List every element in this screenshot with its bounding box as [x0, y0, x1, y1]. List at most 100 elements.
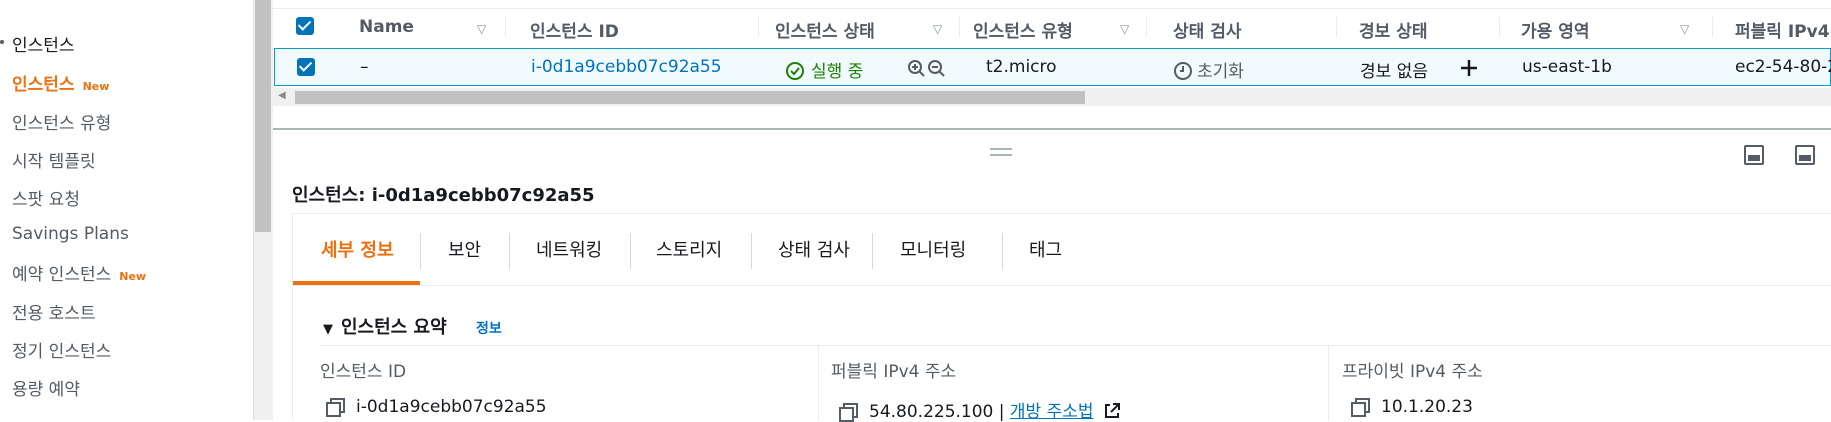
column-divider[interactable] — [1336, 17, 1337, 37]
sidebar-group-instances[interactable]: 인스턴스 — [0, 31, 75, 56]
sidebar-item-savings-plans[interactable]: Savings Plans — [12, 224, 129, 244]
column-divider[interactable] — [1499, 17, 1500, 37]
row-checkbox[interactable] — [297, 58, 315, 76]
column-header-instance-state[interactable]: 인스턴스 상태 — [775, 17, 875, 42]
column-divider[interactable] — [1712, 17, 1713, 37]
tab-divider — [630, 233, 631, 269]
check-circle-icon — [786, 62, 804, 80]
cell-alarm-status: 경보 없음 — [1360, 62, 1428, 82]
status-check-text: 초기화 — [1197, 62, 1244, 82]
tab-divider — [1002, 233, 1003, 269]
tab-divider — [420, 233, 421, 269]
field-divider — [1328, 345, 1329, 421]
instance-summary-toggle[interactable]: ▼ 인스턴스 요약 — [323, 313, 447, 339]
split-pane-side-icon[interactable] — [1795, 145, 1815, 165]
zoom-out-icon[interactable] — [927, 59, 947, 79]
tab-monitoring[interactable]: 모니터링 — [900, 236, 966, 262]
column-divider[interactable] — [1146, 17, 1147, 37]
field-label-instance-id: 인스턴스 ID — [320, 362, 407, 382]
private-ipv4-value: 10.1.20.23 — [1381, 397, 1473, 417]
cell-instance-state: 실행 중 — [785, 57, 863, 82]
column-header-instance-type[interactable]: 인스턴스 유형 — [973, 17, 1073, 42]
cell-instance-type: t2.micro — [986, 57, 1057, 77]
cell-name: – — [360, 57, 369, 77]
sidebar-item-scheduled-instances[interactable]: 정기 인스턴스 — [12, 337, 111, 362]
sidebar-item-spot-requests[interactable]: 스팟 요청 — [12, 185, 80, 210]
column-divider[interactable] — [505, 17, 506, 37]
sidebar-item-reserved-instances[interactable]: 예약 인스턴스 New — [12, 260, 146, 285]
cell-public-dns: ec2-54-80-2 — [1735, 57, 1831, 77]
field-label-private-ipv4: 프라이빗 IPv4 주소 — [1342, 362, 1483, 382]
split-pane-bottom-icon[interactable] — [1744, 145, 1764, 165]
column-header-status-check[interactable]: 상태 검사 — [1173, 17, 1241, 42]
sort-icon[interactable]: ▽ — [1680, 22, 1689, 36]
zoom-in-icon[interactable] — [907, 59, 927, 79]
cell-status-check: 초기화 — [1173, 57, 1244, 82]
tab-status-checks[interactable]: 상태 검사 — [778, 236, 850, 262]
instance-state-text: 실행 중 — [811, 62, 864, 82]
copy-icon[interactable] — [839, 403, 858, 422]
scroll-left-arrow-icon[interactable]: ◀ — [278, 90, 286, 101]
tab-divider — [509, 233, 510, 269]
field-label-public-ipv4: 퍼블릭 IPv4 주소 — [831, 362, 957, 382]
column-header-instance-id[interactable]: 인스턴스 ID — [530, 17, 619, 42]
column-header-public-ipv4[interactable]: 퍼블릭 IPv4 — [1735, 17, 1830, 42]
navigation-sidebar: 인스턴스 인스턴스 New 인스턴스 유형 시작 템플릿 스팟 요청 Saving… — [0, 0, 253, 420]
instance-id-value: i-0d1a9cebb07c92a55 — [356, 397, 547, 417]
new-badge: New — [82, 80, 110, 93]
clock-icon — [1174, 62, 1192, 80]
sidebar-item-label: 인스턴스 — [12, 75, 75, 95]
new-badge: New — [119, 270, 147, 283]
sidebar-item-instance-types[interactable]: 인스턴스 유형 — [12, 109, 111, 134]
column-header-availability-zone[interactable]: 가용 영역 — [1521, 17, 1589, 42]
sidebar-scroll-thumb[interactable] — [255, 0, 271, 232]
split-divider[interactable] — [273, 128, 1831, 130]
summary-heading: 인스턴스 요약 — [341, 317, 447, 338]
sidebar-item-label: 예약 인스턴스 — [12, 265, 112, 285]
field-value-instance-id: i-0d1a9cebb07c92a55 — [326, 397, 547, 417]
summary-divider — [319, 345, 1831, 346]
sort-icon[interactable]: ▽ — [1120, 22, 1129, 36]
info-link[interactable]: 정보 — [476, 318, 502, 338]
field-divider — [818, 345, 819, 421]
details-panel: 세부 정보 보안 네트워킹 스토리지 상태 검사 모니터링 태그 ▼ 인스턴스 요… — [292, 213, 1831, 422]
column-divider[interactable] — [959, 17, 960, 37]
cell-availability-zone: us-east-1b — [1522, 57, 1612, 77]
caret-down-icon: ▼ — [323, 322, 333, 337]
tab-divider — [751, 233, 752, 269]
copy-icon[interactable] — [326, 398, 345, 417]
field-value-private-ipv4: 10.1.20.23 — [1351, 397, 1473, 417]
tab-details[interactable]: 세부 정보 — [321, 236, 394, 262]
field-value-public-ipv4: 54.80.225.100 | 개방 주소법 — [839, 397, 1121, 422]
instance-id-link[interactable]: i-0d1a9cebb07c92a55 — [531, 57, 722, 77]
column-divider[interactable] — [758, 17, 759, 37]
sidebar-item-capacity-reservations[interactable]: 용량 예약 — [12, 375, 80, 400]
table-horizontal-scrollbar[interactable]: ◀ — [273, 88, 1831, 106]
sidebar-item-dedicated-hosts[interactable]: 전용 호스트 — [12, 299, 96, 324]
sidebar-item-launch-templates[interactable]: 시작 템플릿 — [12, 147, 96, 172]
details-tabs: 세부 정보 보안 네트워킹 스토리지 상태 검사 모니터링 태그 — [293, 214, 1831, 286]
tab-tags[interactable]: 태그 — [1029, 236, 1062, 262]
sort-icon[interactable]: ▽ — [933, 22, 942, 36]
column-header-name[interactable]: Name — [359, 17, 414, 37]
horizontal-scroll-thumb[interactable] — [295, 91, 1085, 104]
open-address-link[interactable]: 개방 주소법 — [1010, 402, 1094, 422]
resize-handle-icon[interactable] — [990, 148, 1012, 156]
public-ipv4-value: 54.80.225.100 | — [869, 402, 1005, 422]
sidebar-item-instances[interactable]: 인스턴스 New — [12, 70, 109, 95]
sort-icon[interactable]: ▽ — [477, 22, 486, 36]
select-all-checkbox[interactable] — [296, 17, 314, 35]
copy-icon[interactable] — [1351, 398, 1370, 417]
table-row[interactable]: – i-0d1a9cebb07c92a55 실행 중 t2.micro 초기화 … — [274, 48, 1831, 86]
instances-table: Name ▽ 인스턴스 ID 인스턴스 상태 ▽ 인스턴스 유형 ▽ 상태 검사… — [273, 0, 1831, 130]
table-header: Name ▽ 인스턴스 ID 인스턴스 상태 ▽ 인스턴스 유형 ▽ 상태 검사… — [273, 8, 1831, 44]
add-alarm-plus-icon[interactable] — [1459, 58, 1479, 78]
tab-storage[interactable]: 스토리지 — [656, 236, 722, 262]
tab-divider — [872, 233, 873, 269]
column-header-alarm-status[interactable]: 경보 상태 — [1359, 17, 1427, 42]
details-title: 인스턴스: i-0d1a9cebb07c92a55 — [292, 185, 595, 206]
tab-networking[interactable]: 네트워킹 — [536, 236, 602, 262]
external-link-icon[interactable] — [1103, 402, 1121, 420]
tab-security[interactable]: 보안 — [448, 236, 481, 262]
active-tab-indicator — [293, 281, 420, 285]
